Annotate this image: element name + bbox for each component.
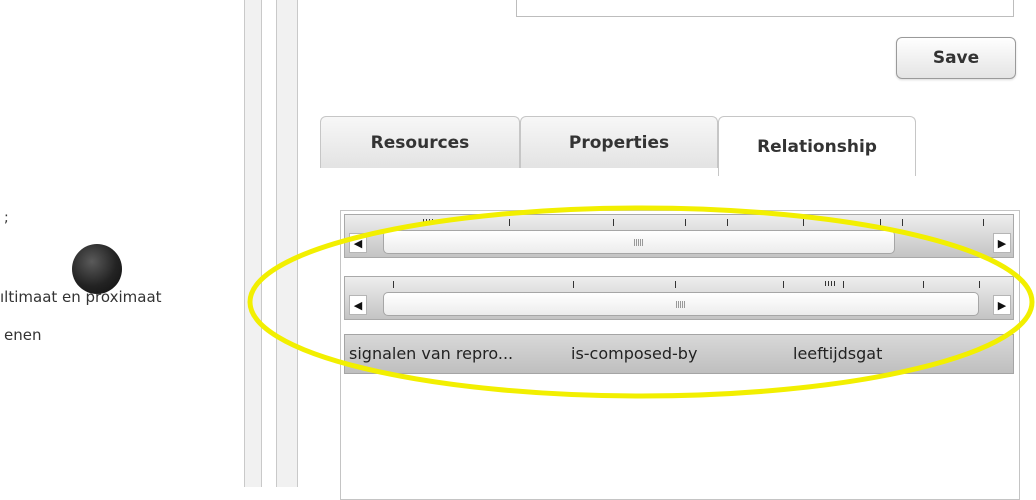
- tab-properties[interactable]: Properties: [520, 116, 718, 168]
- tab-resources[interactable]: Resources: [320, 116, 520, 168]
- tab-relationship[interactable]: Relationship: [718, 116, 916, 176]
- save-button[interactable]: Save: [896, 37, 1016, 79]
- graph-node-icon[interactable]: [72, 244, 122, 294]
- description-textarea[interactable]: [516, 0, 1014, 17]
- left-panel-mark: ;: [4, 210, 9, 226]
- highlight-annotation-ellipse: [247, 205, 1035, 399]
- graph-node-label: ıltimaat en proximaat: [0, 288, 162, 306]
- graph-node-label-secondary: enen: [4, 326, 42, 344]
